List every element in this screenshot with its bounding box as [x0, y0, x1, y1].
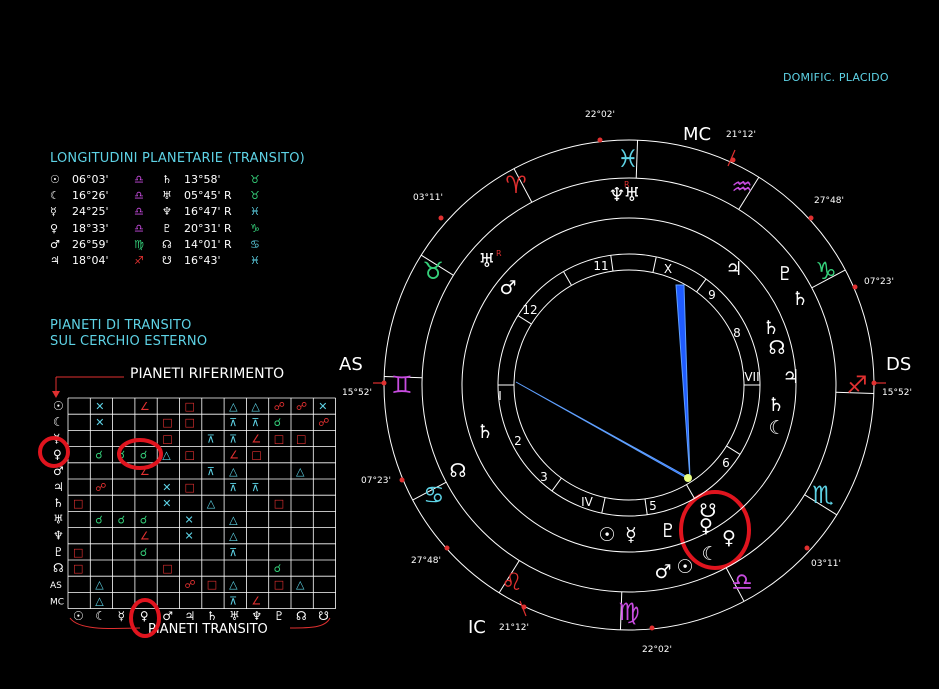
cusp-degree-label: 22°02' — [585, 110, 615, 120]
house-number: VII — [744, 370, 759, 384]
house-number: 2 — [514, 434, 522, 448]
house-number: 12 — [522, 303, 537, 317]
angle-mc: MC — [683, 124, 711, 145]
planet-icon: ☊ — [450, 460, 467, 482]
zodiac-sign-icon: ♋ — [423, 481, 445, 509]
angle-as: AS — [339, 354, 363, 375]
astro-wheel: AS DS MC IC 22°02' 21°12' 03°11' 27°48' 07°2… — [339, 110, 912, 655]
cusp-dot — [399, 477, 405, 483]
house-number: I — [498, 389, 502, 403]
cusp-degree-label: 21°12' — [726, 130, 756, 140]
cusp-degree-label: 22°02' — [642, 645, 672, 655]
cusp-dot — [521, 604, 527, 610]
cusp-dot — [649, 625, 655, 631]
planet-icon: ♄ — [767, 394, 784, 416]
zodiac-sign-icon: ♍ — [618, 598, 640, 626]
cusp-degree-label: 07°23' — [361, 476, 391, 486]
house-number: 6 — [722, 456, 730, 470]
planet-icon: ☾ — [701, 543, 718, 565]
angle-ic: IC — [468, 617, 486, 638]
zodiac-sign-icon: ♐ — [846, 371, 868, 399]
cusp-dot — [804, 545, 810, 551]
zodiac-sign-icon: ♉ — [422, 257, 444, 285]
zodiac-sign-icon: ♒ — [731, 173, 753, 201]
house-number: IV — [581, 495, 594, 509]
wheel-spokes — [384, 140, 874, 630]
cusp-degree-label: 15°52' — [342, 388, 372, 398]
aspect-wedge — [515, 381, 691, 481]
cusp-dot — [597, 137, 603, 143]
zodiac-sign-icon: ♌ — [501, 568, 523, 596]
zodiac-sign-icon: ♊ — [391, 371, 413, 399]
zodiac-sign-icon: ♑ — [815, 257, 837, 285]
retrograde-mark: R — [496, 249, 502, 258]
cusp-dot — [438, 215, 444, 221]
zodiac-sign-icon: ♏ — [812, 481, 834, 509]
planet-icon: ☊ — [769, 337, 786, 359]
cusp-dot — [852, 284, 858, 290]
cusp-degree-label: 07°23' — [864, 277, 894, 287]
zodiac-sign-icon: ♓ — [617, 145, 639, 173]
cusp-dot — [444, 545, 450, 551]
planet-icon: ♄ — [791, 288, 808, 310]
house-number: 3 — [540, 470, 548, 484]
planet-icon: ☿ — [625, 524, 637, 546]
planet-icon: ♂ — [499, 277, 516, 299]
planet-icon: ♄ — [476, 421, 493, 443]
wheel-circles — [383, 139, 875, 631]
house-number: 11 — [593, 259, 608, 273]
cusp-degree-label: 15°52' — [882, 388, 912, 398]
aspect-lines — [515, 284, 692, 482]
planet-icon: ♃ — [782, 366, 799, 388]
cusp-degree-label: 27°48' — [411, 556, 441, 566]
planet-icon: ♇ — [659, 520, 676, 542]
planet-icon: ♅ — [478, 250, 495, 272]
cusp-degree-label: 21°12' — [499, 623, 529, 633]
house-numbers: 11 X 9 12 8 VII I 2 6 3 IV 5 — [498, 259, 759, 513]
planet-icon: ♀ — [699, 515, 713, 537]
cusp-dot — [730, 157, 736, 163]
planet-icon: ☉ — [598, 524, 615, 546]
cusp-dot — [381, 380, 387, 386]
planet-icon: ♂ — [654, 561, 671, 583]
planet-icon: ♃ — [725, 258, 742, 280]
cusp-dot — [808, 215, 814, 221]
cusp-degree-label: 03°11' — [413, 193, 443, 203]
planet-icon: ☾ — [768, 417, 785, 439]
zodiac-sign-icon: ♎ — [731, 568, 753, 596]
planet-icon: ♇ — [776, 263, 793, 285]
angle-lines — [373, 149, 886, 617]
cusp-dot — [871, 380, 877, 386]
planet-icon: ♀ — [722, 527, 736, 549]
house-number: X — [664, 262, 672, 276]
house-number: 8 — [733, 326, 741, 340]
cusp-degree-label: 27°48' — [814, 196, 844, 206]
planet-icon: ☉ — [676, 556, 693, 578]
house-number: 5 — [649, 499, 657, 513]
aspect-thin — [675, 284, 691, 481]
zodiac-sign-icon: ♈ — [505, 171, 527, 199]
retrograde-mark: R — [624, 180, 630, 189]
angle-ds: DS — [886, 354, 911, 375]
house-number: 9 — [708, 288, 716, 302]
planet-icon: ♄ — [762, 317, 779, 339]
cusp-degree-label: 03°11' — [811, 559, 841, 569]
